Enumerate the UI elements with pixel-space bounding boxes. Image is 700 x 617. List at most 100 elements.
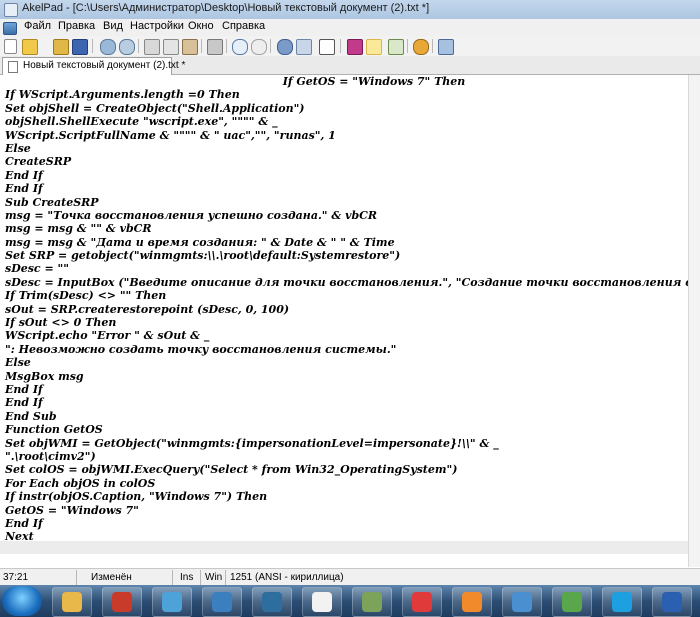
taskbar-button[interactable]: [502, 587, 542, 617]
insert-mode[interactable]: Ins: [180, 572, 193, 583]
code-line: Set objShell = CreateObject("Shell.Appli…: [5, 101, 305, 115]
window-title: AkelPad - [C:\Users\Администратор\Deskto…: [22, 2, 430, 14]
play-icon: [462, 592, 482, 612]
code-line: MsgBox msg: [5, 369, 84, 383]
title-bar: AkelPad - [C:\Users\Администратор\Deskto…: [0, 0, 700, 20]
status-separator: [200, 570, 201, 585]
taskbar-button[interactable]: [602, 587, 642, 617]
code-line: Function GetOS: [5, 423, 103, 437]
sync-icon[interactable]: [296, 39, 312, 55]
encoding[interactable]: 1251 (ANSI - кириллица): [230, 572, 344, 583]
code-line: Set SRP = getobject("winmgmts:\\.\root\d…: [5, 249, 401, 263]
code-line: End If: [5, 396, 43, 410]
code-line: End If: [5, 382, 43, 396]
goto-icon[interactable]: [277, 39, 293, 55]
toolbar-separator: [340, 39, 341, 53]
menu-edit[interactable]: Правка: [58, 20, 95, 32]
code-line: If instr(objOS.Caption, "Windows 7") The…: [5, 490, 268, 504]
undo-icon[interactable]: [232, 39, 248, 55]
menu-document-icon: [3, 22, 17, 35]
download-icon: [562, 592, 582, 612]
modified-status: Изменён: [91, 572, 132, 583]
menu-help[interactable]: Справка: [222, 20, 265, 32]
code-line: msg = "Точка восстановления успешно созд…: [5, 208, 378, 222]
code-line: objShell.ShellExecute "wscript.exe", """…: [5, 115, 278, 129]
code-line: sDesc = "": [5, 262, 69, 276]
clock-icon: [512, 592, 532, 612]
code-line: End Sub: [5, 409, 57, 423]
taskbar-button[interactable]: [302, 587, 342, 617]
code-line: End If: [5, 182, 43, 196]
code-line: Else: [5, 141, 31, 155]
find-replace-icon[interactable]: [119, 39, 135, 55]
toolbar-separator: [270, 39, 271, 53]
taskbar-button[interactable]: [102, 587, 142, 617]
menu-file[interactable]: Файл: [24, 20, 51, 32]
font-app-icon: [312, 592, 332, 612]
toolbar-separator: [201, 39, 202, 53]
status-bar: 37:21 Изменён Ins Win 1251 (ANSI - кирил…: [0, 568, 700, 586]
skype-icon: [612, 592, 632, 612]
text-editor[interactable]: If GetOS = "Windows 7" Then If WScript.Ar…: [0, 75, 688, 567]
print-icon[interactable]: [207, 39, 223, 55]
status-separator: [76, 570, 77, 585]
save-icon[interactable]: [72, 39, 88, 55]
toolbar-separator: [226, 39, 227, 53]
menu-window[interactable]: Окно: [188, 20, 214, 32]
menu-bar: Файл Правка Вид Настройки Окно Справка: [0, 19, 700, 37]
code-line: ".\root\cimv2"): [5, 449, 96, 463]
save-all-icon[interactable]: [53, 39, 69, 55]
tab-bar: Новый текстовый документ (2).txt *: [0, 56, 700, 75]
taskbar-button[interactable]: [552, 587, 592, 617]
code-line: CreateSRP: [5, 155, 72, 169]
hint-icon[interactable]: [366, 39, 382, 55]
cursor-position: 37:21: [3, 572, 29, 583]
code-line: Sub CreateSRP: [5, 195, 99, 209]
code-line: GetOS = "Windows 7": [5, 503, 139, 517]
plugin-icon[interactable]: [438, 39, 454, 55]
hex-icon[interactable]: [347, 39, 363, 55]
taskbar-button[interactable]: [252, 587, 292, 617]
code-line: If sOut <> 0 Then: [5, 316, 117, 330]
word-wrap-icon[interactable]: [319, 39, 335, 55]
toolbar: [0, 36, 700, 57]
code-area[interactable]: If GetOS = "Windows 7" Then If WScript.Ar…: [0, 75, 688, 557]
vertical-scrollbar[interactable]: [688, 75, 700, 567]
cut-icon[interactable]: [144, 39, 160, 55]
users-icon: [212, 592, 232, 612]
toolbar-separator: [407, 39, 408, 53]
current-line-highlight: [0, 541, 688, 554]
taskbar-button[interactable]: [402, 587, 442, 617]
start-button[interactable]: [2, 586, 42, 616]
settings-icon[interactable]: [413, 39, 429, 55]
code-line: End If: [5, 168, 43, 182]
tab-label: Новый текстовый документ (2).txt *: [23, 60, 186, 71]
txt-app-icon: [262, 592, 282, 612]
menu-view[interactable]: Вид: [103, 20, 123, 32]
line-ending[interactable]: Win: [205, 572, 222, 583]
yandex-icon: [412, 592, 432, 612]
taskbar-button[interactable]: [652, 587, 692, 617]
copy-icon[interactable]: [163, 39, 179, 55]
status-separator: [172, 570, 173, 585]
toolbar-separator: [432, 39, 433, 53]
paste-icon[interactable]: [182, 39, 198, 55]
open-icon[interactable]: [22, 39, 38, 55]
menu-settings[interactable]: Настройки: [130, 20, 184, 32]
word-icon: [662, 592, 682, 612]
stamp-icon: [362, 592, 382, 612]
redo-icon[interactable]: [251, 39, 267, 55]
taskbar-button[interactable]: [52, 587, 92, 617]
taskbar-button[interactable]: [152, 587, 192, 617]
code-line: For Each objOS in colOS: [5, 476, 156, 490]
find-icon[interactable]: [100, 39, 116, 55]
taskbar-button[interactable]: [352, 587, 392, 617]
tab-document[interactable]: Новый текстовый документ (2).txt *: [2, 57, 185, 75]
taskbar-button[interactable]: [202, 587, 242, 617]
taskbar-button[interactable]: [452, 587, 492, 617]
new-icon[interactable]: [4, 39, 17, 54]
explorer-icon: [62, 592, 82, 612]
code-line: Else: [5, 356, 31, 370]
code-line: Set objWMI = GetObject("winmgmts:{impers…: [5, 436, 499, 450]
bookmark-icon[interactable]: [388, 39, 404, 55]
